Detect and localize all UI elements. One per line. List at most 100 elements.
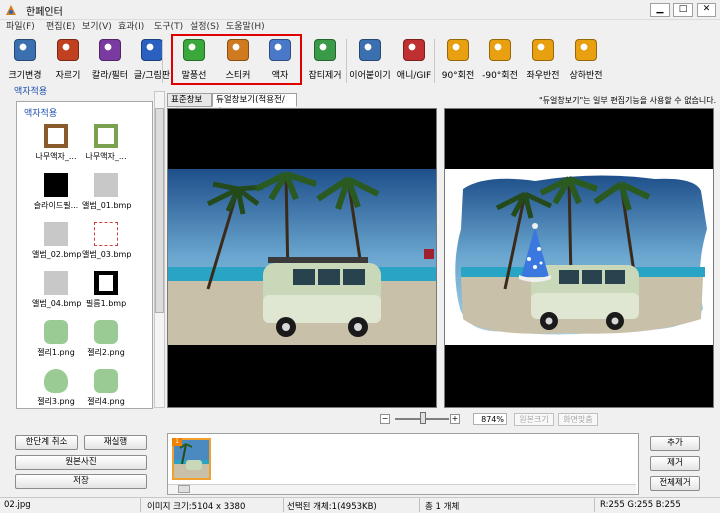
frame-list-item[interactable]: 나무액자_... xyxy=(32,124,80,162)
frame-thumbnail-label: 슬라이드필... xyxy=(33,201,79,210)
app-logo-icon xyxy=(4,3,18,17)
zoom-out-button[interactable]: − xyxy=(380,414,390,424)
frame-list-item[interactable]: 필름1.bmp xyxy=(82,271,130,309)
menu-effect[interactable]: 효과(I) xyxy=(118,20,144,34)
frame-thumbnail-label: 젤리4.png xyxy=(87,397,125,406)
close-button[interactable]: ✕ xyxy=(697,3,716,17)
redo-button[interactable]: 재실행 xyxy=(84,435,147,450)
frame-thumbnail xyxy=(94,222,118,246)
frame-thumbnail-label: 젤리3.png xyxy=(37,397,75,406)
toolbar-separator xyxy=(434,39,435,83)
frame-thumbnail xyxy=(44,124,68,148)
frame-list-category[interactable]: 액자적용 xyxy=(24,106,57,119)
remove-button[interactable]: 제거 xyxy=(650,456,700,471)
frame-list-item[interactable]: 앨범_04.bmp xyxy=(32,271,82,309)
frame-thumbnail-label: 나무액자_... xyxy=(35,152,77,161)
rotate-right-icon xyxy=(447,39,469,61)
status-selected: 선택된 개체:1(4953KB) xyxy=(287,502,377,512)
merge-icon xyxy=(359,39,381,61)
status-image-size: 이미지 크기:5104 x 3380 xyxy=(147,502,246,512)
fit-screen-button[interactable]: 화면맞춤 xyxy=(558,413,598,426)
frame-list-scroll-thumb[interactable] xyxy=(155,108,164,313)
frame-list-item[interactable]: 슬라이드필... xyxy=(32,173,80,211)
zoom-slider-knob[interactable] xyxy=(420,412,426,424)
frame-thumbnail xyxy=(44,369,68,393)
frame-thumbnail-label: 앨범_01.bmp xyxy=(82,201,132,210)
toolbar-separator xyxy=(346,39,347,83)
frame-thumbnail xyxy=(94,124,118,148)
status-separator xyxy=(419,498,420,512)
original-size-button[interactable]: 원본크기 xyxy=(514,413,554,426)
frame-thumbnail-label: 나무액자_... xyxy=(85,152,127,161)
text-draw-icon xyxy=(141,39,163,61)
status-separator xyxy=(140,498,141,512)
frame-list-item[interactable]: 나무액자_... xyxy=(82,124,130,162)
before-image-pane[interactable] xyxy=(167,108,437,408)
frame-thumbnail-label: 필름1.bmp xyxy=(85,299,127,308)
frame-thumbnail-label: 앨범_03.bmp xyxy=(82,250,132,259)
zoom-in-button[interactable]: + xyxy=(450,414,460,424)
before-photo xyxy=(168,169,436,345)
resize-icon xyxy=(14,39,36,61)
highlight-box xyxy=(171,34,302,85)
frame-list-item[interactable]: 앨범_03.bmp xyxy=(82,222,132,260)
menu-edit[interactable]: 편집(E) xyxy=(46,20,75,34)
frame-thumbnail xyxy=(94,271,118,295)
frame-thumbnail-label: 앨범_02.bmp xyxy=(32,250,82,259)
maximize-button[interactable]: □ xyxy=(673,3,693,17)
filmstrip-scroll-thumb[interactable] xyxy=(178,485,190,493)
rotate-left-icon xyxy=(489,39,511,61)
frame-thumbnail xyxy=(94,369,118,393)
menu-tools[interactable]: 도구(T) xyxy=(154,20,183,34)
frame-list-item[interactable]: 젤리2.png xyxy=(82,320,130,358)
frame-list-item[interactable]: 앨범_01.bmp xyxy=(82,173,132,211)
frame-thumbnail-label: 젤리2.png xyxy=(87,348,125,357)
frame-thumbnail xyxy=(44,222,68,246)
frame-thumbnail-label: 젤리1.png xyxy=(37,348,75,357)
after-image-pane[interactable] xyxy=(444,108,714,408)
undo-button[interactable]: 한단계 취소 xyxy=(15,435,78,450)
status-filename: 02.jpg xyxy=(4,500,31,510)
toolbar-button-blemish-remove[interactable]: 잡티제거 xyxy=(303,35,347,87)
flip-vertical-icon xyxy=(575,39,597,61)
menu-bar: 파일(F) 편집(E) 보기(V) 효과(I) 도구(T) 설정(S) 도움말(… xyxy=(0,20,720,34)
frame-thumbnail-label: 앨범_04.bmp xyxy=(32,299,82,308)
frame-thumbnail xyxy=(94,320,118,344)
save-button[interactable]: 저장 xyxy=(15,474,147,489)
filmstrip-scrollbar[interactable] xyxy=(168,484,636,494)
toolbar-button-label: 상하반전 xyxy=(569,71,603,81)
frame-list-item[interactable]: 젤리1.png xyxy=(32,320,80,358)
frame-list-item[interactable]: 젤리4.png xyxy=(82,369,130,407)
remove-all-button[interactable]: 전체제거 xyxy=(650,476,700,491)
status-total: 총 1 개체 xyxy=(425,502,460,512)
left-panel-title: 액자적용 xyxy=(14,87,48,97)
frame-thumbnail xyxy=(44,320,68,344)
original-photo-button[interactable]: 원본사진 xyxy=(15,455,147,470)
tab-standard-view[interactable]: 표준창보기 xyxy=(167,93,212,118)
menu-view[interactable]: 보기(V) xyxy=(82,20,112,34)
color-filter-icon xyxy=(99,39,121,61)
status-color: R:255 G:255 B:255 xyxy=(600,500,681,510)
crop-icon xyxy=(57,39,79,61)
window-title: 한페인터 xyxy=(26,7,63,18)
gif-icon xyxy=(403,39,425,61)
blemish-remove-icon xyxy=(314,39,336,61)
menu-file[interactable]: 파일(F) xyxy=(6,20,35,34)
toolbar-button-flip-vertical[interactable]: 상하반전 xyxy=(564,35,608,87)
frame-list-item[interactable]: 젤리3.png xyxy=(32,369,80,407)
filmstrip-index-badge: 1 xyxy=(172,438,182,446)
frame-list-item[interactable]: 앨범_02.bmp xyxy=(32,222,82,260)
minimize-button[interactable]: ▁ xyxy=(650,3,670,17)
status-separator xyxy=(594,498,595,512)
toolbar-separator xyxy=(162,39,163,83)
frame-thumbnail xyxy=(44,173,68,197)
menu-settings[interactable]: 설정(S) xyxy=(190,20,219,34)
tab-dual-view[interactable]: 듀얼창보기(적용전/후) xyxy=(212,93,297,118)
flip-horizontal-icon xyxy=(532,39,554,61)
add-button[interactable]: 추가 xyxy=(650,436,700,451)
status-separator xyxy=(283,498,284,512)
dual-view-notice: "듀얼창보기"는 일부 편집기능을 사용할 수 없습니다. xyxy=(539,96,717,105)
menu-help[interactable]: 도움말(H) xyxy=(226,20,265,34)
zoom-percent: 874% xyxy=(473,413,507,425)
after-photo xyxy=(445,169,713,345)
